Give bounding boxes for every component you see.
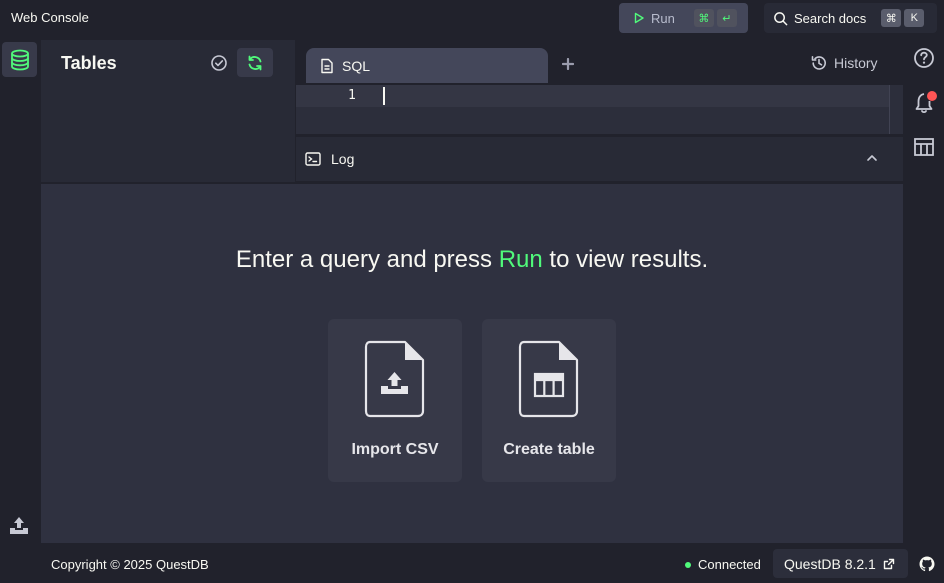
text-cursor	[383, 87, 385, 105]
external-link-icon	[883, 558, 895, 570]
refresh-tables-button[interactable]	[237, 48, 273, 77]
prompt-text-after: to view results.	[542, 246, 709, 273]
database-button[interactable]	[2, 42, 37, 77]
prompt-run-word: Run	[498, 246, 543, 273]
file-upload-icon	[364, 339, 426, 419]
history-label: History	[834, 55, 878, 71]
upload-button[interactable]	[7, 515, 31, 537]
log-label: Log	[331, 151, 355, 167]
table-view-button[interactable]	[913, 137, 935, 157]
chevron-up-icon[interactable]	[866, 153, 878, 163]
connection-status: Connected	[685, 557, 761, 572]
empty-results-prompt: Enter a query and press Run to view resu…	[41, 246, 903, 274]
file-table-icon	[518, 339, 580, 419]
check-circle-icon	[210, 54, 228, 72]
tab-sql-label: SQL	[342, 57, 371, 74]
play-icon	[633, 12, 645, 24]
notifications-button[interactable]	[913, 90, 939, 116]
version-label: QuestDB 8.2.1	[784, 555, 876, 572]
select-tables-button[interactable]	[210, 54, 228, 72]
editor-scrollbar[interactable]	[889, 85, 903, 134]
line-gutter: 1	[296, 85, 378, 107]
line-number: 1	[348, 88, 356, 103]
left-sidebar	[0, 40, 40, 543]
table-icon	[913, 137, 935, 157]
search-docs-button[interactable]: Search docs ⌘ K	[764, 3, 937, 33]
top-bar: Web Console Run ⌘ ↵ Search docs ⌘ K	[0, 0, 944, 36]
editor-area: SQL History 1 Log	[296, 40, 903, 182]
refresh-icon	[246, 54, 264, 72]
tables-panel: Tables	[41, 40, 295, 182]
status-dot-icon	[685, 561, 691, 568]
copyright-text: Copyright © 2025 QuestDB	[51, 557, 209, 572]
run-shortcut-enter: ↵	[716, 9, 737, 27]
import-csv-card[interactable]: Import CSV	[328, 319, 462, 482]
tab-sql[interactable]: SQL	[306, 48, 548, 83]
tables-title: Tables	[61, 53, 117, 73]
upload-icon	[7, 515, 31, 537]
terminal-icon	[305, 152, 321, 166]
history-icon	[810, 54, 828, 72]
github-icon	[919, 556, 935, 572]
history-button[interactable]: History	[810, 54, 878, 72]
results-panel: Enter a query and press Run to view resu…	[41, 184, 903, 543]
bell-icon	[913, 90, 939, 116]
github-link[interactable]	[919, 556, 935, 572]
search-docs-label: Search docs	[794, 10, 867, 26]
active-line[interactable]	[378, 85, 889, 107]
import-csv-label: Import CSV	[351, 441, 439, 458]
create-table-card[interactable]: Create table	[482, 319, 616, 482]
plus-icon	[562, 58, 574, 70]
log-panel-header[interactable]: Log	[296, 137, 903, 181]
add-tab-button[interactable]	[562, 58, 574, 70]
sql-editor[interactable]: 1	[296, 85, 889, 134]
file-icon	[320, 58, 334, 74]
status-label: Connected	[698, 557, 761, 572]
run-button-label: Run	[651, 10, 675, 26]
right-sidebar	[903, 40, 944, 543]
search-shortcut-cmd: ⌘	[881, 9, 902, 27]
help-button[interactable]	[913, 47, 935, 69]
create-table-label: Create table	[503, 441, 595, 458]
prompt-text-before: Enter a query and press	[235, 246, 499, 273]
database-icon	[10, 49, 30, 71]
run-shortcut-cmd: ⌘	[693, 9, 714, 27]
search-icon	[773, 11, 788, 26]
app-title: Web Console	[11, 10, 89, 25]
search-shortcut-k: K	[904, 9, 925, 27]
run-button[interactable]: Run ⌘ ↵	[619, 3, 748, 33]
help-icon	[913, 47, 935, 69]
footer: Copyright © 2025 QuestDB Connected Quest…	[0, 545, 944, 583]
version-link[interactable]: QuestDB 8.2.1	[773, 549, 908, 578]
